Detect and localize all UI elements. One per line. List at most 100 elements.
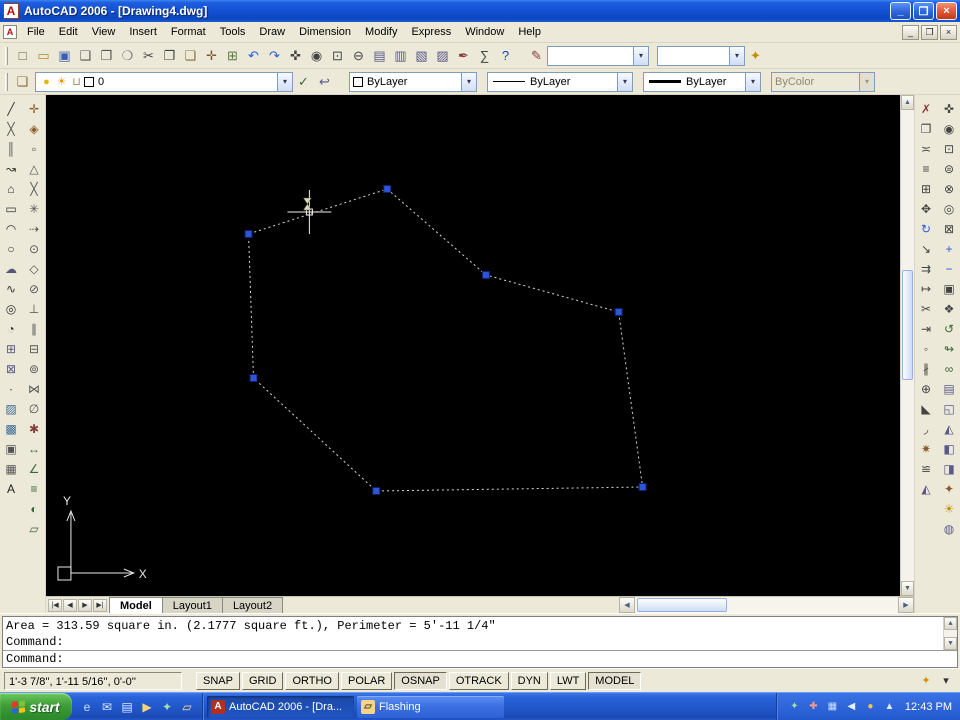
publish-icon[interactable]: ❍: [117, 46, 138, 66]
zoom-object-icon[interactable]: ⊠: [939, 219, 959, 239]
locate-point-icon[interactable]: ◐: [24, 499, 44, 519]
swivel-3d-icon[interactable]: ↬: [939, 339, 959, 359]
next-tab-icon[interactable]: ▶: [78, 598, 92, 612]
close-button[interactable]: ×: [936, 2, 957, 20]
vertical-scroll-thumb[interactable]: [902, 270, 913, 381]
tab-layout1[interactable]: Layout1: [161, 597, 223, 613]
layer-on-icon[interactable]: ●: [39, 74, 54, 90]
snap-insert-icon[interactable]: ⊟: [24, 339, 44, 359]
hide-icon[interactable]: ◨: [939, 459, 959, 479]
menu-view[interactable]: View: [85, 23, 123, 41]
scroll-right-icon[interactable]: ▶: [898, 597, 914, 613]
email-icon[interactable]: ✉: [98, 698, 116, 716]
light-icon[interactable]: ☀: [939, 499, 959, 519]
chevron-down-icon[interactable]: ▾: [745, 72, 760, 91]
zoom-window-2-icon[interactable]: ⊡: [939, 139, 959, 159]
zoom-window-icon[interactable]: ⊡: [327, 46, 348, 66]
media-player-icon[interactable]: ▶: [138, 698, 156, 716]
snap-extension-icon[interactable]: ⇢: [24, 219, 44, 239]
menu-file[interactable]: File: [20, 23, 52, 41]
point-icon[interactable]: ∙: [1, 379, 21, 399]
help-icon[interactable]: ?: [495, 46, 516, 66]
line-icon[interactable]: ╱: [1, 99, 21, 119]
array-icon[interactable]: ⊞: [916, 179, 936, 199]
fillet-icon[interactable]: ◞: [916, 419, 936, 439]
pan-realtime-icon[interactable]: ✜: [939, 99, 959, 119]
grip-point[interactable]: [372, 487, 381, 495]
document-icon[interactable]: A: [3, 25, 17, 39]
make-block-icon[interactable]: ⊠: [1, 359, 21, 379]
coordinates-readout[interactable]: 1'-3 7/8'', 1'-11 5/16'', 0'-0'': [4, 671, 182, 690]
toolbar-grip[interactable]: [5, 72, 8, 91]
paste-icon[interactable]: ❏: [180, 46, 201, 66]
layer-unlock-icon[interactable]: ⊔: [69, 74, 84, 90]
volume-icon[interactable]: ◀: [844, 699, 859, 714]
layer-thaw-icon[interactable]: ☀: [54, 74, 69, 90]
zoom-out-icon[interactable]: −: [939, 259, 959, 279]
doc-restore-button[interactable]: ❐: [921, 24, 938, 40]
markup-set-manager-icon[interactable]: ✒: [453, 46, 474, 66]
explode-icon[interactable]: ✷: [916, 439, 936, 459]
chevron-down-icon[interactable]: ▾: [729, 46, 744, 65]
zoom-scale-icon[interactable]: ⊗: [939, 179, 959, 199]
menu-express[interactable]: Express: [404, 23, 458, 41]
doc-close-button[interactable]: ×: [940, 24, 957, 40]
toggle-model[interactable]: MODEL: [588, 671, 642, 690]
command-scrollbar[interactable]: ▲ ▼: [943, 617, 957, 650]
display-icon[interactable]: ▦: [825, 699, 840, 714]
break-icon[interactable]: ∦: [916, 359, 936, 379]
save-icon[interactable]: ▣: [54, 46, 75, 66]
remove-hardware-icon[interactable]: ▲: [882, 699, 897, 714]
zoom-extents-icon[interactable]: ❖: [939, 299, 959, 319]
grip-point[interactable]: [481, 271, 490, 279]
front-view-icon[interactable]: ◱: [939, 399, 959, 419]
osnap-settings-icon[interactable]: ✱: [24, 419, 44, 439]
snap-quadrant-icon[interactable]: ◇: [24, 259, 44, 279]
offset-icon[interactable]: ≡: [916, 159, 936, 179]
snap-endpoint-icon[interactable]: ▫: [24, 139, 44, 159]
scroll-down-icon[interactable]: ▼: [901, 581, 914, 596]
arc-icon[interactable]: ◠: [1, 219, 21, 239]
orbit-3d-icon[interactable]: ↺: [939, 319, 959, 339]
match-properties-icon[interactable]: ✛: [201, 46, 222, 66]
horizontal-scroll-track[interactable]: [635, 597, 898, 613]
vertical-scrollbar[interactable]: ▲ ▼: [900, 95, 914, 596]
tool-palettes-icon[interactable]: ▧: [411, 46, 432, 66]
zoom-dynamic-icon[interactable]: ⊜: [939, 159, 959, 179]
grip-point[interactable]: [244, 230, 253, 238]
temporary-track-point-icon[interactable]: ✛: [24, 99, 44, 119]
layer-properties-manager-icon[interactable]: ❏: [12, 72, 33, 92]
multiline-text-icon[interactable]: A: [1, 479, 21, 499]
snap-intersection-icon[interactable]: ╳: [24, 179, 44, 199]
revision-cloud-icon[interactable]: ☁: [1, 259, 21, 279]
open-icon[interactable]: ▭: [33, 46, 54, 66]
lengthen-icon[interactable]: ↦: [916, 279, 936, 299]
rectangle-icon[interactable]: ▭: [1, 199, 21, 219]
snap-none-icon[interactable]: ∅: [24, 399, 44, 419]
make-object-layer-current-icon[interactable]: ✓: [293, 72, 314, 92]
toolbar-lock-icon[interactable]: ✦: [745, 46, 766, 66]
taskbar-button[interactable]: ▱ Flashing: [357, 695, 504, 718]
grip-point[interactable]: [383, 185, 392, 193]
menu-edit[interactable]: Edit: [52, 23, 85, 41]
menu-draw[interactable]: Draw: [252, 23, 292, 41]
quickcalc-icon[interactable]: ∑: [474, 46, 495, 66]
join-icon[interactable]: ⊕: [916, 379, 936, 399]
prev-tab-icon[interactable]: ◀: [63, 598, 77, 612]
drawing-canvas[interactable]: Y X: [46, 95, 900, 596]
lineweight-combo[interactable]: ByLayer ▾: [643, 71, 761, 92]
menu-insert[interactable]: Insert: [122, 23, 164, 41]
trim-icon[interactable]: ✂: [916, 299, 936, 319]
drawing-area[interactable]: Y X: [46, 95, 900, 596]
visual-styles-icon[interactable]: ◧: [939, 439, 959, 459]
chevron-down-icon[interactable]: ▾: [617, 72, 632, 91]
stretch-icon[interactable]: ⇉: [916, 259, 936, 279]
doc-minimize-button[interactable]: _: [902, 24, 919, 40]
named-views-icon[interactable]: ▤: [939, 379, 959, 399]
multiline-icon[interactable]: ║: [1, 139, 21, 159]
snap-node-icon[interactable]: ⊚: [24, 359, 44, 379]
style-combo[interactable]: ▾: [657, 45, 745, 66]
toggle-polar[interactable]: POLAR: [341, 671, 393, 690]
plot-icon[interactable]: ❑: [75, 46, 96, 66]
menu-format[interactable]: Format: [164, 23, 213, 41]
